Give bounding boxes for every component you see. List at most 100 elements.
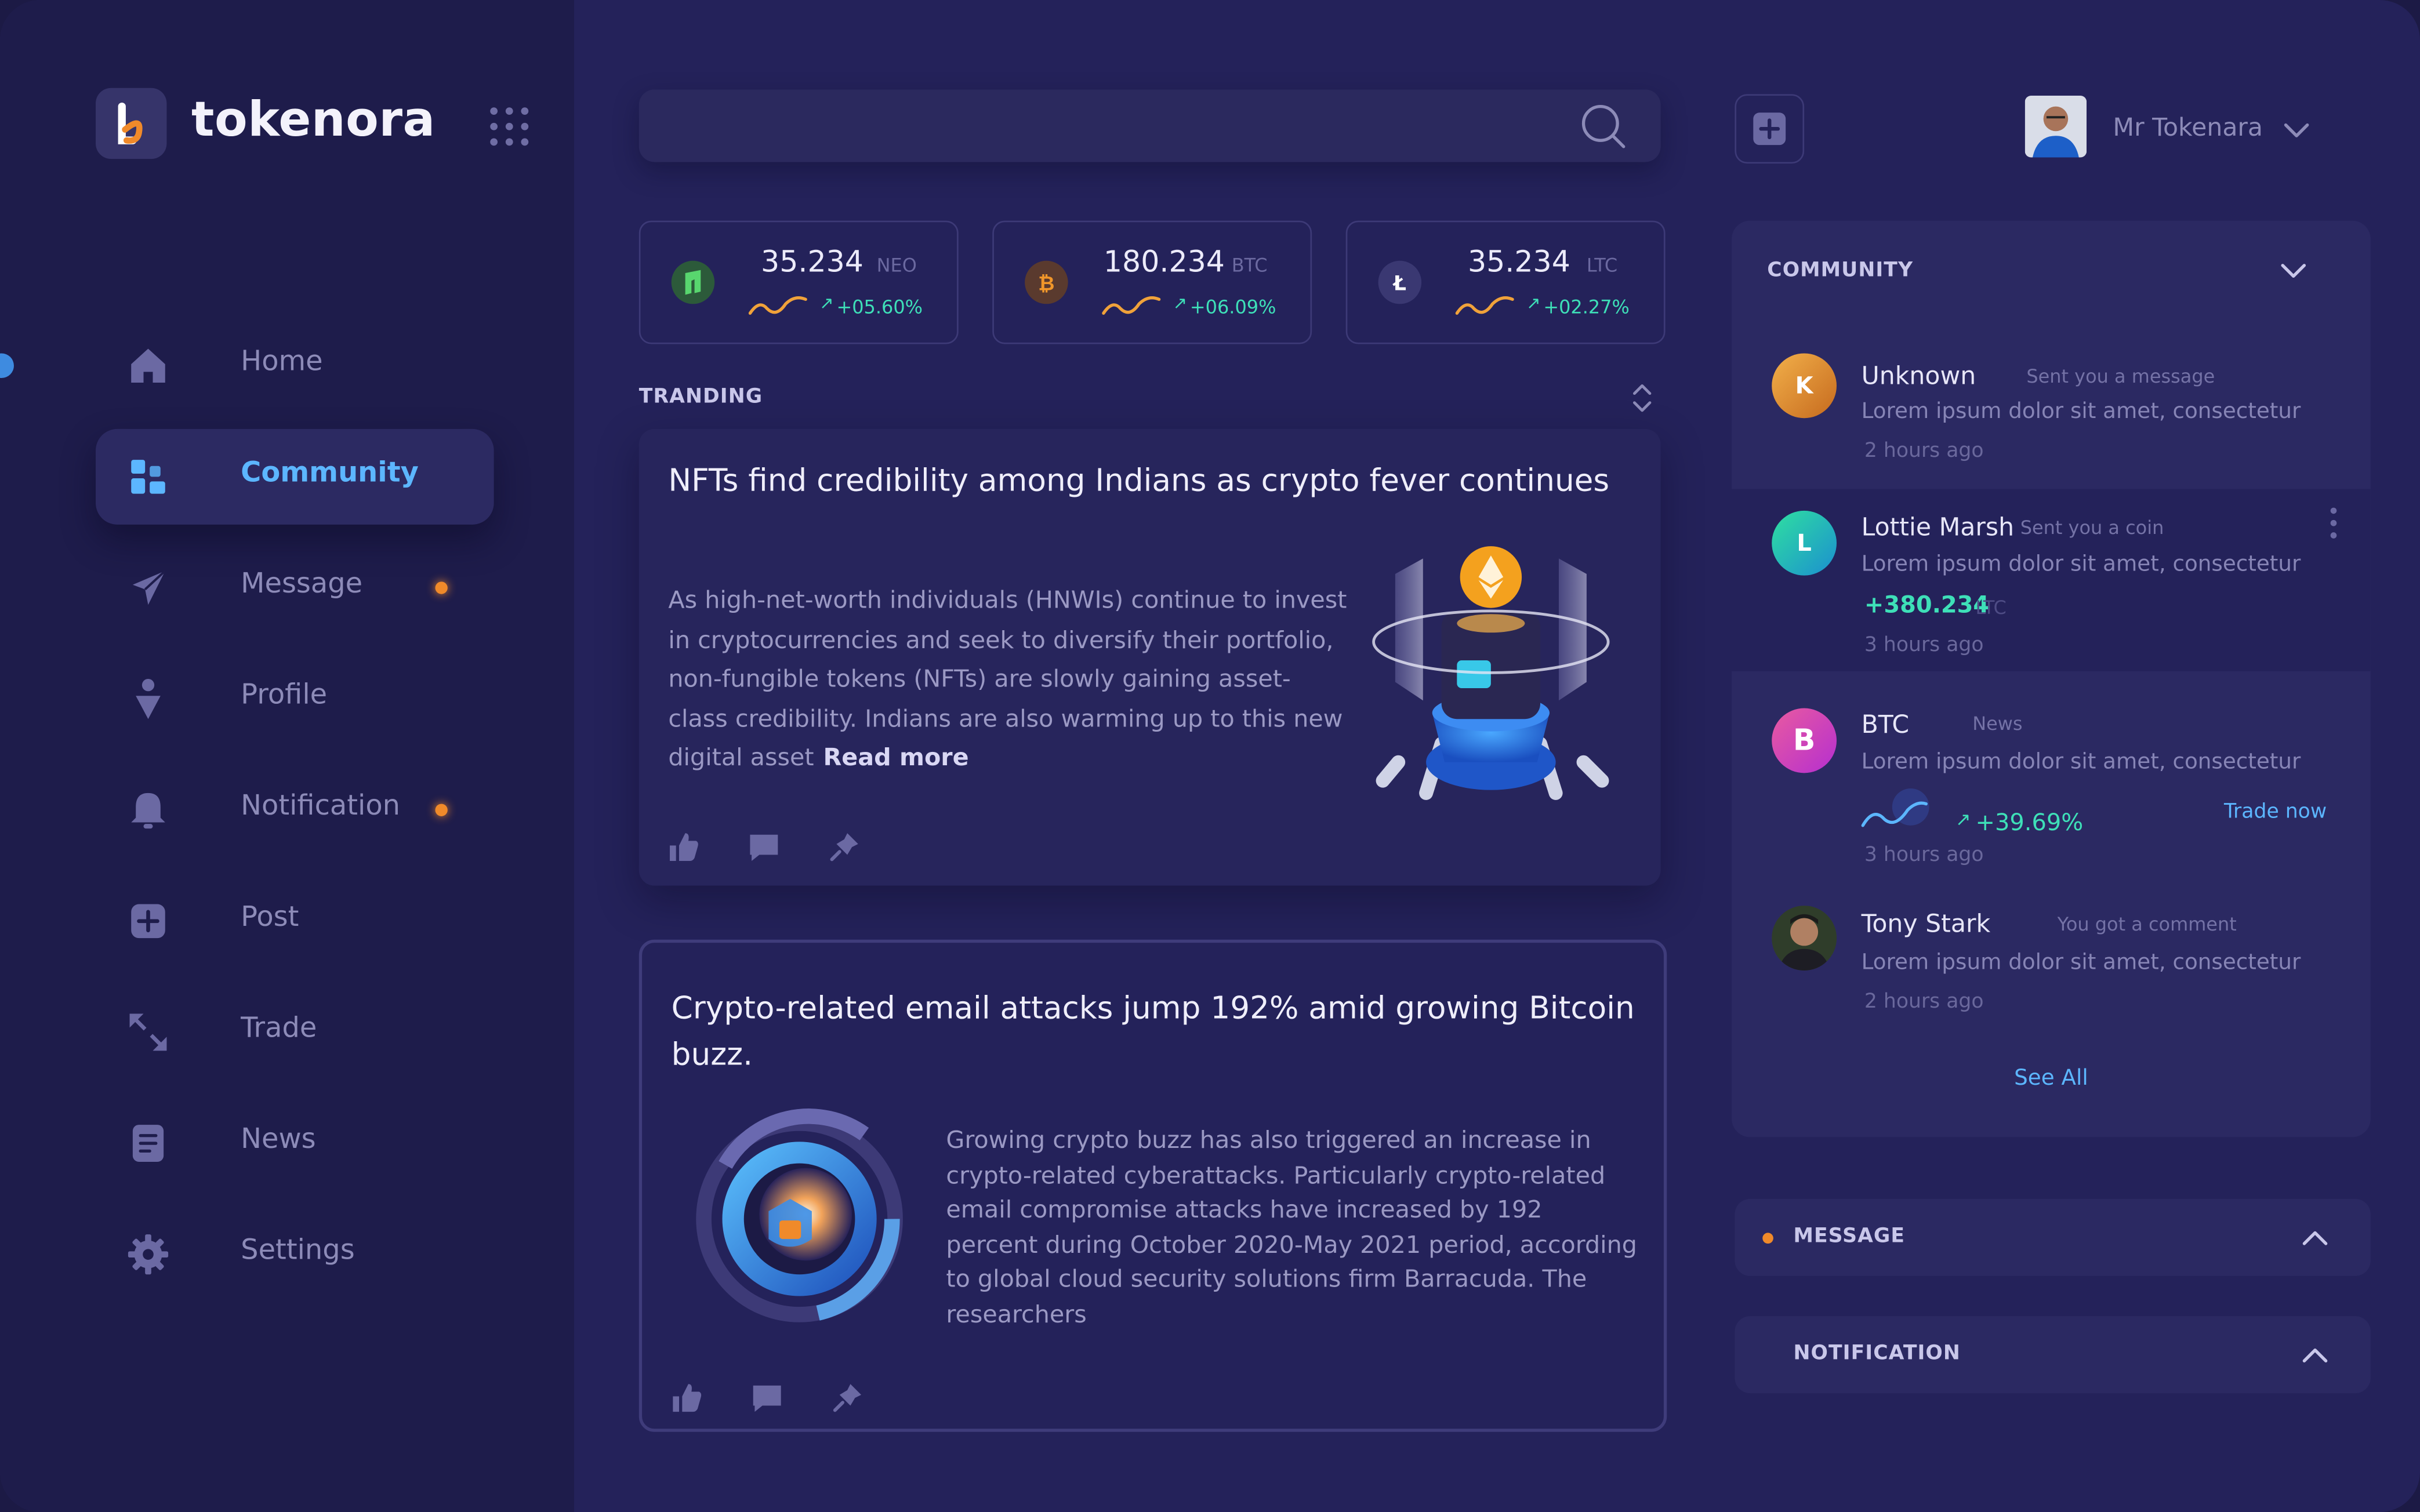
timestamp: 2 hours ago (1864, 990, 1984, 1014)
notification-panel-header[interactable]: NOTIFICATION (1735, 1316, 2371, 1394)
coin-symbol: NEO (876, 255, 917, 277)
svg-text:Ł: Ł (1392, 272, 1406, 295)
contact-message: Lorem ipsum dolor sit amet, consectetur (1861, 750, 2301, 775)
search-bar (638, 89, 1661, 162)
gear-icon (126, 1233, 170, 1276)
chevron-up-icon[interactable] (2299, 1223, 2330, 1251)
comment-icon[interactable] (747, 830, 781, 864)
chevron-down-icon[interactable] (2278, 255, 2309, 285)
coin-amount: +380.234 (1864, 591, 1990, 619)
article-title: Crypto-related email attacks jump 192% a… (671, 988, 1635, 1073)
plus-square-icon (126, 900, 170, 943)
contact-message: Lorem ipsum dolor sit amet, consectetur (1861, 950, 2301, 975)
trade-arrows-icon (126, 1011, 170, 1054)
sparkline-icon (748, 296, 807, 315)
trade-now-link[interactable]: Trade now (2224, 801, 2327, 824)
contact-name: Lottie Marsh (1861, 512, 2015, 542)
nav-label: Notification (241, 790, 401, 823)
message-status-dot (1762, 1233, 1773, 1244)
like-icon[interactable] (670, 1381, 704, 1415)
notification-badge (435, 804, 448, 816)
nav-label: Post (241, 901, 299, 934)
sidebar: tokenora Home Community Message Profile … (0, 0, 575, 1512)
more-options-icon[interactable] (2324, 504, 2343, 541)
avatar: B (1772, 708, 1837, 773)
trend-up-icon: ↗ (1173, 293, 1188, 314)
see-all-link[interactable]: See All (1732, 1066, 2371, 1091)
article-body-text: As high-net-worth individuals (HNWIs) co… (668, 586, 1347, 772)
nav-item-notification[interactable]: Notification (96, 762, 494, 858)
logo-icon (96, 88, 167, 159)
user-name[interactable]: Mr Tokenara (2113, 112, 2263, 142)
security-lock-illustration (695, 1103, 911, 1335)
avatar[interactable] (2024, 96, 2087, 158)
apps-grid-icon[interactable] (488, 105, 531, 148)
change-value: +39.69% (1975, 808, 2084, 837)
coin-change: +05.60% (836, 296, 923, 318)
coin-card-neo[interactable]: 35.234 NEO ↗ +05.60% (638, 220, 959, 344)
message-badge (435, 581, 448, 594)
coin-amount-unit: LTC (1975, 597, 2007, 619)
coin-change: +02.27% (1543, 296, 1630, 318)
sparkline-icon (1861, 788, 1929, 827)
contact-tag: Sent you a message (2026, 365, 2215, 387)
community-item[interactable]: B BTC News Lorem ipsum dolor sit amet, c… (1732, 671, 2371, 878)
community-panel: COMMUNITY K Unknown Sent you a message L… (1732, 220, 2371, 1137)
article-card[interactable]: Crypto-related email attacks jump 192% a… (638, 939, 1667, 1432)
coin-value: 35.234 (1467, 245, 1570, 279)
btc-coin-icon: ₿ (1025, 260, 1068, 304)
sort-icon[interactable] (1630, 383, 1655, 413)
community-item[interactable]: K Unknown Sent you a message Lorem ipsum… (1732, 329, 2371, 489)
trending-heading: TRANDING (638, 386, 763, 409)
avatar: L (1772, 510, 1837, 576)
timestamp: 3 hours ago (1864, 634, 1984, 657)
profile-icon (126, 677, 170, 721)
nav-item-post[interactable]: Post (96, 873, 494, 969)
svg-text:₿: ₿ (1038, 272, 1054, 295)
notification-panel-title: NOTIFICATION (1793, 1342, 1961, 1366)
coin-symbol: BTC (1231, 255, 1268, 277)
coin-value: 35.234 (761, 245, 863, 279)
search-icon[interactable] (1580, 103, 1627, 150)
article-title: NFTs find credibility among Indians as c… (668, 461, 1610, 499)
article-card[interactable]: NFTs find credibility among Indians as c… (638, 428, 1661, 886)
bell-icon (126, 788, 170, 832)
nav-label: Settings (241, 1234, 355, 1267)
plus-square-icon (1753, 112, 1786, 146)
nav-item-home[interactable]: Home (96, 318, 494, 413)
sparkline-icon (1455, 296, 1514, 315)
read-more-link[interactable]: Read more (823, 744, 968, 772)
message-panel-header[interactable]: MESSAGE (1735, 1198, 2371, 1276)
contact-message: Lorem ipsum dolor sit amet, consectetur (1861, 552, 2301, 577)
trend-up-icon: ↗ (1526, 293, 1541, 314)
pin-icon[interactable] (830, 1381, 865, 1415)
pin-icon[interactable] (827, 830, 861, 864)
app-window: tokenora Home Community Message Profile … (0, 0, 2420, 1512)
chevron-down-icon[interactable] (2281, 114, 2312, 145)
community-item[interactable]: Tony Stark You got a comment Lorem ipsum… (1732, 884, 2371, 1038)
nav-item-message[interactable]: Message (96, 540, 494, 635)
contact-name: Tony Stark (1861, 908, 1991, 939)
trend-up-icon: ↗ (819, 293, 834, 314)
comment-icon[interactable] (750, 1381, 784, 1415)
news-icon (126, 1122, 170, 1165)
coin-card-ltc[interactable]: Ł 35.234 LTC ↗ +02.27% (1345, 220, 1666, 344)
add-button[interactable] (1735, 94, 1805, 164)
app-logo-text: tokenora (191, 92, 436, 148)
nav-item-news[interactable]: News (96, 1096, 494, 1191)
home-icon (126, 344, 170, 387)
search-input[interactable] (666, 104, 1568, 148)
community-item[interactable]: L Lottie Marsh Sent you a coin Lorem ips… (1732, 489, 2371, 671)
nav-item-community[interactable]: Community (96, 428, 494, 525)
message-panel-title: MESSAGE (1793, 1225, 1906, 1249)
nav-item-settings[interactable]: Settings (96, 1206, 494, 1302)
chevron-up-icon[interactable] (2299, 1341, 2330, 1369)
sidebar-edge-indicator (0, 353, 14, 379)
nft-robot-illustration (1352, 531, 1630, 809)
nav-item-profile[interactable]: Profile (96, 651, 494, 747)
nav-item-trade[interactable]: Trade (96, 984, 494, 1080)
avatar (1772, 906, 1837, 971)
like-icon[interactable] (667, 830, 701, 864)
contact-tag: News (1972, 713, 2023, 735)
coin-card-btc[interactable]: ₿ 180.234 BTC ↗ +06.09% (992, 220, 1312, 344)
